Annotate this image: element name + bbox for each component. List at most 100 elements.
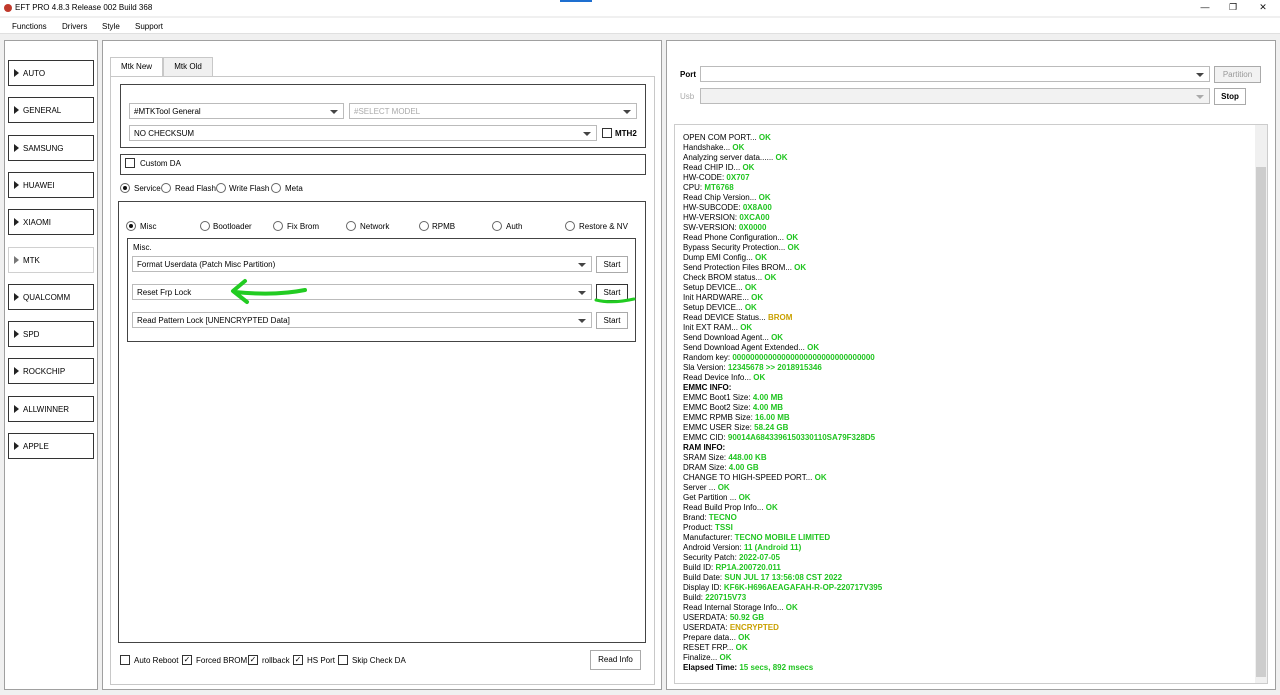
minimize-button[interactable]: — — [1190, 1, 1220, 14]
sidebar-item-qualcomm[interactable]: QUALCOMM — [8, 283, 94, 310]
stop-button[interactable]: Stop — [1214, 88, 1246, 105]
log-line: Server ... OK — [683, 483, 882, 493]
log-value: OK — [785, 603, 798, 612]
close-button[interactable]: ✕ — [1248, 1, 1278, 14]
log-scrollbar-thumb[interactable] — [1256, 167, 1266, 677]
log-value: OK — [807, 343, 820, 352]
tab-mtk-new[interactable]: Mtk New — [110, 57, 163, 77]
operation-select-read-pattern[interactable]: Read Pattern Lock [UNENCRYPTED Data] — [132, 312, 592, 328]
menu-drivers[interactable]: Drivers — [62, 22, 87, 31]
log-line: Read Internal Storage Info... OK — [683, 603, 882, 613]
log-scrollbar[interactable] — [1255, 125, 1267, 683]
custom-da-group — [120, 154, 646, 175]
log-line: Security Patch: 2022-07-05 — [683, 553, 882, 563]
sidebar-item-label: MTK — [23, 255, 40, 265]
log-text: Handshake... — [683, 143, 733, 152]
operation-select-reset-frp[interactable]: Reset Frp Lock — [132, 284, 592, 300]
rollback-checkbox[interactable]: ✓ — [248, 655, 258, 665]
log-text: SRAM Size: — [683, 453, 729, 462]
log-value: 4.00 MB — [752, 393, 784, 402]
chevron-right-icon — [14, 404, 19, 413]
log-value: OK — [814, 473, 827, 482]
category-auth-radio[interactable] — [492, 221, 502, 231]
sidebar-item-mtk[interactable]: MTK — [8, 246, 94, 273]
category-bootloader-radio[interactable] — [200, 221, 210, 231]
start-button-read-pattern[interactable]: Start — [596, 312, 628, 329]
log-line: Build ID: RP1A.200720.011 — [683, 563, 882, 573]
log-text: Sla Version: — [683, 363, 728, 372]
chevron-right-icon — [14, 442, 19, 450]
sidebar-item-xiaomi[interactable]: XIAOMI — [8, 209, 94, 236]
log-line: OPEN COM PORT... OK — [683, 133, 882, 143]
log-text: CHANGE TO HIGH-SPEED PORT... — [683, 473, 815, 482]
log-text: Read CHIP ID... — [683, 163, 743, 172]
log-value: RP1A.200720.011 — [715, 563, 781, 572]
log-text: Setup DEVICE... — [683, 303, 745, 312]
operation-select-format-userdata[interactable]: Format Userdata (Patch Misc Partition) — [132, 256, 592, 272]
sidebar-item-allwinner[interactable]: ALLWINNER — [8, 395, 94, 422]
sidebar-item-label: XIAOMI — [23, 218, 52, 228]
tab-mtk-old[interactable]: Mtk Old — [163, 57, 213, 77]
sidebar-item-spd[interactable]: SPD — [8, 321, 94, 348]
sidebar-item-apple[interactable]: APPLE — [8, 433, 94, 459]
log-line: Prepare data... OK — [683, 633, 882, 643]
category-rpmb-radio[interactable] — [419, 221, 429, 231]
skip-check-da-checkbox[interactable] — [338, 655, 348, 665]
menu-support[interactable]: Support — [135, 22, 163, 31]
category-bootloader-label: Bootloader — [213, 222, 252, 231]
log-line: USERDATA: ENCRYPTED — [683, 623, 882, 633]
chevron-down-icon — [578, 291, 586, 295]
start-button-format-userdata[interactable]: Start — [596, 256, 628, 273]
log-text: RESET FRP... — [683, 643, 736, 652]
log-line: Android Version: 11 (Android 11) — [683, 543, 882, 553]
log-value: 220715V73 — [705, 593, 747, 602]
mode-service-radio[interactable] — [120, 183, 130, 193]
sidebar-item-general[interactable]: GENERAL — [8, 97, 94, 124]
log-output[interactable]: OPEN COM PORT... OK Handshake... OK Analyz… — [674, 124, 1268, 684]
log-value: OK — [794, 263, 807, 272]
hs-port-checkbox[interactable]: ✓ — [293, 655, 303, 665]
custom-da-label: Custom DA — [140, 159, 181, 168]
mode-write-flash-radio[interactable] — [216, 183, 226, 193]
mode-service-label: Service — [134, 184, 161, 193]
category-network-radio[interactable] — [346, 221, 356, 231]
log-line: EMMC Boot1 Size: 4.00 MB — [683, 393, 882, 403]
sidebar-item-rockchip[interactable]: ROCKCHIP — [8, 358, 94, 385]
log-line: Manufacturer: TECNO MOBILE LIMITED — [683, 533, 882, 543]
log-line: Read Phone Configuration... OK — [683, 233, 882, 243]
sidebar-item-huawei[interactable]: HUAWEI — [8, 171, 94, 198]
read-info-button[interactable]: Read Info — [590, 650, 641, 670]
log-value: 0X707 — [726, 173, 750, 182]
mode-read-flash-radio[interactable] — [161, 183, 171, 193]
forced-brom-checkbox[interactable]: ✓ — [182, 655, 192, 665]
log-text: Bypass Security Protection... — [683, 243, 788, 252]
usb-select[interactable] — [700, 88, 1210, 104]
restore-button[interactable]: ❐ — [1218, 1, 1248, 14]
model-select[interactable]: #SELECT MODEL — [349, 103, 637, 119]
port-select[interactable] — [700, 66, 1210, 82]
log-line: Send Download Agent... OK — [683, 333, 882, 343]
menu-functions[interactable]: Functions — [12, 22, 47, 31]
mth2-checkbox[interactable] — [602, 128, 612, 138]
mode-read-flash-label: Read Flash — [175, 184, 216, 193]
chevron-right-icon — [14, 106, 19, 115]
log-line: EMMC USER Size: 58.24 GB — [683, 423, 882, 433]
log-line: Read CHIP ID... OK — [683, 163, 882, 173]
log-value: 16.00 MB — [755, 413, 790, 422]
sidebar-item-label: QUALCOMM — [23, 292, 71, 302]
log-line: Product: TSSI — [683, 523, 882, 533]
category-fix-brom-radio[interactable] — [273, 221, 283, 231]
menu-style[interactable]: Style — [102, 22, 120, 31]
log-text: OPEN COM PORT... — [683, 133, 759, 142]
auto-reboot-checkbox[interactable] — [120, 655, 130, 665]
mode-meta-radio[interactable] — [271, 183, 281, 193]
partition-button[interactable]: Partition — [1214, 66, 1261, 83]
category-restore-nv-radio[interactable] — [565, 221, 575, 231]
tool-select[interactable]: #MTKTool General — [129, 103, 344, 119]
custom-da-checkbox[interactable] — [125, 158, 135, 168]
sidebar-item-auto[interactable]: AUTO — [8, 60, 94, 86]
checksum-select[interactable]: NO CHECKSUM — [129, 125, 597, 141]
sidebar-item-samsung[interactable]: SAMSUNG — [8, 134, 94, 161]
log-line: Send Download Agent Extended... OK — [683, 343, 882, 353]
category-misc-radio[interactable] — [126, 221, 136, 231]
